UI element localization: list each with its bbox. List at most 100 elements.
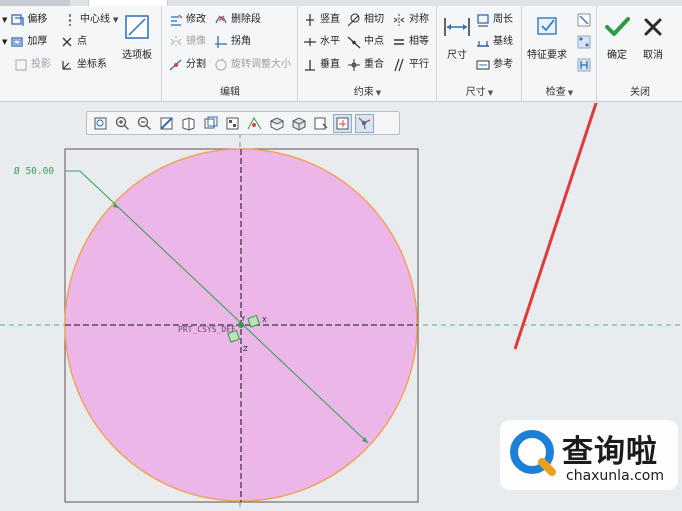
offset-icon bbox=[10, 13, 25, 27]
dimension-icon bbox=[442, 12, 472, 42]
diameter-dimension-text[interactable]: Ø 50.00 bbox=[14, 166, 54, 177]
annotation-arrow bbox=[513, 103, 598, 350]
csys-label: PRT_CSYS_DEF bbox=[178, 325, 236, 334]
perpendicular-constraint-button[interactable]: 垂直 bbox=[303, 56, 340, 74]
modify-button[interactable]: 修改 bbox=[169, 11, 206, 29]
coordinate-system-button[interactable]: 坐标系 bbox=[60, 56, 107, 74]
spin-center-button[interactable] bbox=[289, 114, 308, 133]
group-label-inspect[interactable]: 检查 ▼ bbox=[523, 86, 596, 100]
reference-button[interactable]: 参考 bbox=[476, 56, 513, 74]
equal-constraint-button[interactable]: 相等 bbox=[392, 33, 429, 51]
open-ends-check-icon bbox=[577, 35, 591, 49]
shade-closed-loops-icon bbox=[577, 58, 591, 72]
watermark: 查询啦 chaxunla.com bbox=[500, 420, 678, 490]
dimension-button[interactable]: 尺寸 bbox=[442, 12, 472, 61]
watermark-logo-icon bbox=[510, 428, 558, 480]
baseline-icon bbox=[476, 35, 490, 49]
view-manager-button[interactable] bbox=[223, 114, 242, 133]
annotation-display-button[interactable] bbox=[267, 114, 286, 133]
group-sketch: ▼ 偏移 ▼ 加厚 投影 中心线 ▼ 点 坐标系 选项板 bbox=[0, 6, 162, 102]
symmetric-constraint-button[interactable]: 对称 bbox=[392, 11, 429, 29]
thicken-button[interactable]: ▼ 加厚 bbox=[2, 33, 47, 51]
corner-icon bbox=[214, 35, 228, 49]
inspect-tool-3[interactable] bbox=[577, 56, 594, 74]
ribbon: ▼ 偏移 ▼ 加厚 投影 中心线 ▼ 点 坐标系 选项板 修改 删除段 镜像 拐… bbox=[0, 0, 682, 102]
perimeter-icon bbox=[476, 13, 490, 27]
group-label-dimension[interactable]: 尺寸 ▼ bbox=[438, 86, 521, 100]
palette-icon bbox=[122, 12, 152, 42]
csys-axis-z: Z bbox=[243, 345, 248, 353]
tangent-constraint-button[interactable]: 相切 bbox=[347, 11, 384, 29]
divide-icon bbox=[169, 58, 183, 72]
mirror-icon bbox=[169, 35, 183, 49]
symmetric-constraint-icon bbox=[392, 13, 406, 27]
zoom-out-button[interactable] bbox=[135, 114, 154, 133]
display-style-button[interactable] bbox=[179, 114, 198, 133]
coincident-constraint-button[interactable]: 重合 bbox=[347, 56, 384, 74]
divide-button[interactable]: 分割 bbox=[169, 56, 206, 74]
cancel-button[interactable]: 取消 bbox=[638, 12, 668, 61]
group-label-close: 关闭 bbox=[630, 87, 650, 98]
rotate-resize-icon bbox=[214, 58, 228, 72]
reference-icon bbox=[476, 58, 490, 72]
modify-icon bbox=[169, 13, 183, 27]
group-constrain: 竖直 相切 对称 水平 中点 相等 垂直 重合 平行 约束 ▼ bbox=[299, 6, 437, 102]
saved-orientations-button[interactable] bbox=[201, 114, 220, 133]
group-edit: 修改 删除段 镜像 拐角 分割 旋转调整大小 编辑 bbox=[163, 6, 298, 102]
graphics-area[interactable]: Ø 50.00 PRT_CSYS_DEF Y X Z 查询啦 chaxunla.… bbox=[0, 103, 682, 511]
parallel-constraint-button[interactable]: 平行 bbox=[392, 56, 429, 74]
coordinate-system-icon bbox=[60, 58, 74, 72]
repaint-button[interactable] bbox=[157, 114, 176, 133]
tangent-constraint-icon bbox=[347, 13, 361, 27]
feature-requirements-icon bbox=[532, 12, 562, 42]
perimeter-button[interactable]: 周长 bbox=[476, 11, 513, 29]
options-board-button[interactable]: 选项板 bbox=[122, 12, 152, 61]
parallel-constraint-icon bbox=[392, 58, 406, 72]
sketch-view-button[interactable] bbox=[311, 114, 330, 133]
zoom-in-button[interactable] bbox=[113, 114, 132, 133]
baseline-button[interactable]: 基线 bbox=[476, 33, 513, 51]
vertical-constraint-button[interactable]: 竖直 bbox=[303, 11, 340, 29]
vertical-constraint-icon bbox=[303, 13, 317, 27]
datum-display-button[interactable] bbox=[245, 114, 264, 133]
group-label-constrain[interactable]: 约束 ▼ bbox=[299, 86, 436, 100]
constraint-display-button[interactable] bbox=[355, 113, 374, 133]
refit-button[interactable] bbox=[91, 114, 110, 133]
ok-button[interactable]: 确定 bbox=[602, 12, 632, 61]
midpoint-constraint-button[interactable]: 中点 bbox=[347, 33, 384, 51]
midpoint-constraint-icon bbox=[347, 35, 361, 49]
overlap-check-icon bbox=[577, 13, 591, 27]
watermark-site: chaxunla.com bbox=[566, 468, 664, 484]
inspect-tool-2[interactable] bbox=[577, 33, 594, 51]
sketcher-display-button[interactable] bbox=[333, 113, 352, 133]
horizontal-constraint-button[interactable]: 水平 bbox=[303, 33, 340, 51]
inspect-tool-1[interactable] bbox=[577, 11, 594, 29]
csys-axis-x: X bbox=[262, 316, 267, 324]
corner-button[interactable]: 拐角 bbox=[214, 33, 251, 51]
centerline-button[interactable]: 中心线 ▼ bbox=[63, 11, 118, 29]
feature-requirements-button[interactable]: 特征要求 bbox=[527, 12, 567, 61]
group-dimension: 尺寸 周长 基线 参考 尺寸 ▼ bbox=[438, 6, 522, 102]
watermark-brand: 查询啦 bbox=[562, 434, 658, 470]
checkmark-icon bbox=[602, 12, 632, 42]
graphics-toolbar bbox=[86, 111, 400, 135]
delete-segment-icon bbox=[214, 13, 228, 27]
thicken-icon bbox=[10, 35, 24, 49]
rotate-resize-button[interactable]: 旋转调整大小 bbox=[214, 56, 291, 74]
equal-constraint-icon bbox=[392, 35, 406, 49]
project-icon bbox=[14, 58, 28, 72]
group-inspect: 特征要求 检查 ▼ bbox=[523, 6, 597, 102]
close-icon bbox=[638, 12, 668, 42]
project-button[interactable]: 投影 bbox=[14, 56, 51, 74]
group-close: 确定 取消 关闭 bbox=[598, 6, 682, 102]
delete-segment-button[interactable]: 删除段 bbox=[214, 11, 261, 29]
horizontal-constraint-icon bbox=[303, 35, 317, 49]
point-button[interactable]: 点 bbox=[60, 33, 87, 51]
perpendicular-constraint-icon bbox=[303, 58, 317, 72]
centerline-icon bbox=[63, 13, 77, 27]
csys-axis-y: Y bbox=[240, 315, 246, 323]
group-label-edit: 编辑 bbox=[220, 87, 240, 98]
point-icon bbox=[60, 35, 74, 49]
offset-button[interactable]: ▼ 偏移 bbox=[2, 11, 47, 29]
mirror-button[interactable]: 镜像 bbox=[169, 33, 206, 51]
